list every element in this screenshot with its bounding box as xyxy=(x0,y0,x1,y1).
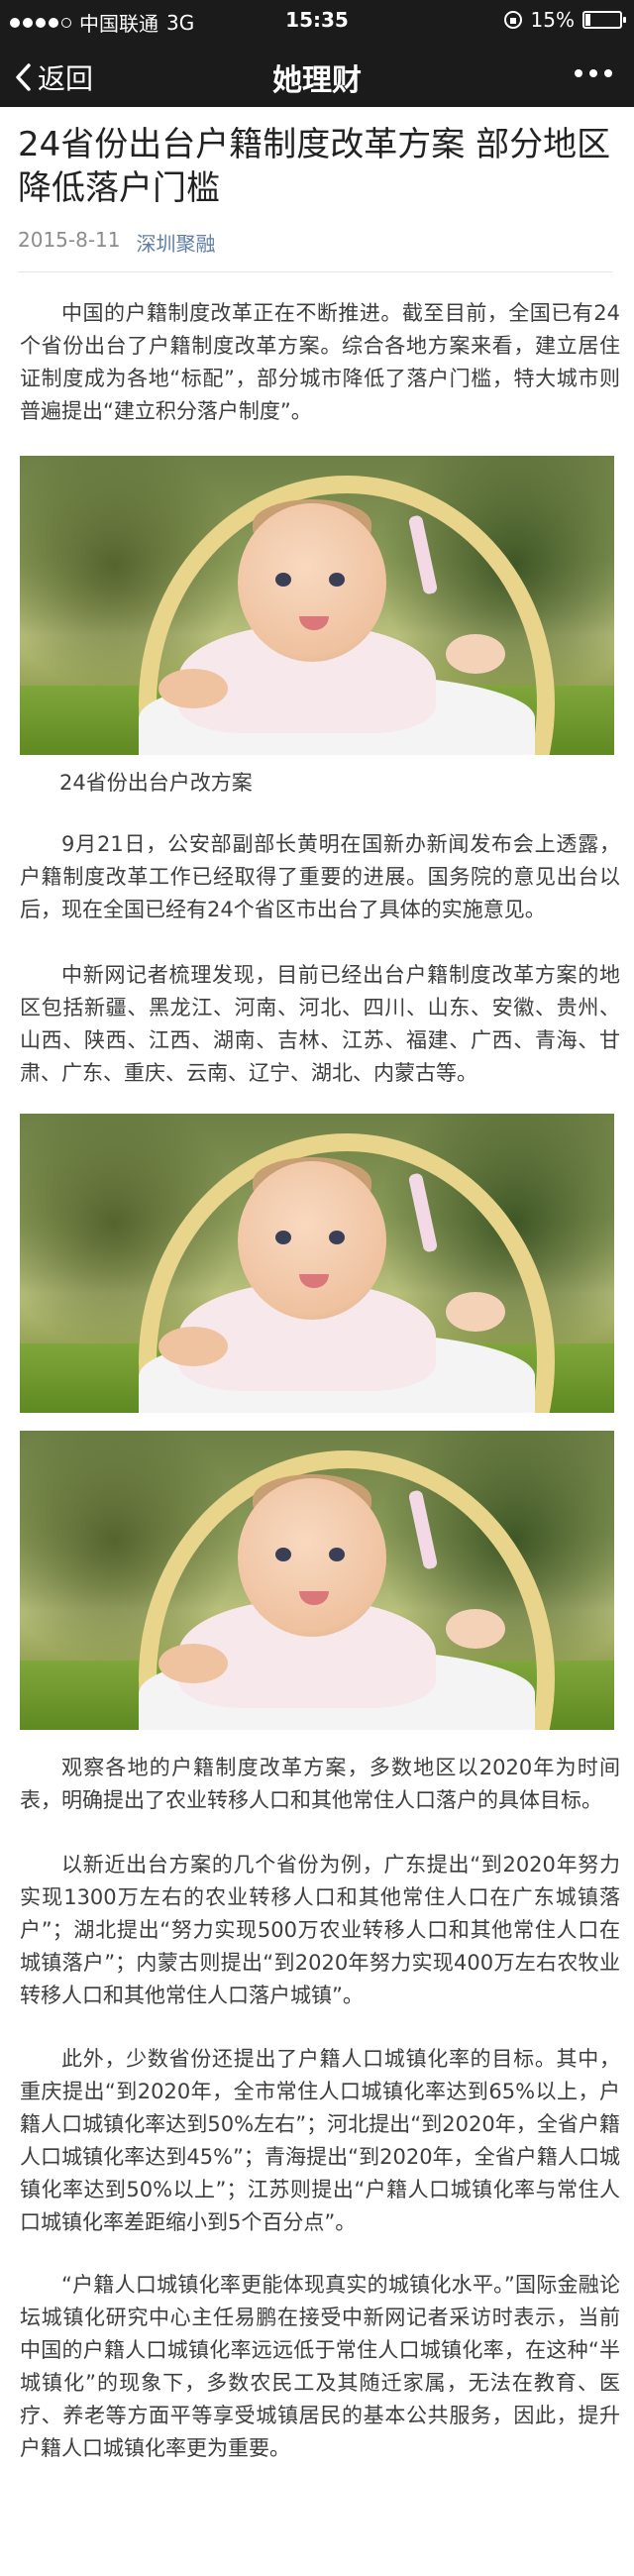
baby-photo xyxy=(20,1431,614,1730)
baby-photo xyxy=(20,456,614,755)
paragraph-4: 观察各地的户籍制度改革方案，多数地区以2020年为时间表，明确提出了农业转移人口… xyxy=(20,1756,620,1812)
divider xyxy=(18,271,612,272)
battery-icon xyxy=(582,11,626,29)
article-meta: 2015-8-11 深圳聚融 xyxy=(18,228,216,257)
more-icon[interactable] xyxy=(575,69,612,77)
paragraph-3: 中新网记者梳理发现，目前已经出台户籍制度改革方案的地区包括新疆、黑龙江、河南、河… xyxy=(20,963,620,1085)
battery-percent: 15% xyxy=(530,8,575,32)
paragraph-5: 以新近出台方案的几个省份为例，广东提出“到2020年努力实现1300万左右的农业… xyxy=(20,1853,620,2007)
paragraph-2: 9月21日，公安部副部长黄明在国新办新闻发布会上透露，户籍制度改革工作已经取得了… xyxy=(20,832,620,921)
status-bar: 中国联通 3G 15:35 15% xyxy=(0,0,634,40)
rotation-lock-icon xyxy=(503,11,522,29)
article-date: 2015-8-11 xyxy=(18,228,121,252)
nav-bar: 返回 她理财 xyxy=(0,40,634,107)
paragraph-7: “户籍人口城镇化率更能体现真实的城镇化水平。”国际金融论坛城镇化研究中心主任易鹏… xyxy=(20,2273,620,2460)
nav-title: 她理财 xyxy=(272,63,362,98)
baby-photo xyxy=(20,1114,614,1413)
battery-fill xyxy=(585,14,591,26)
paragraph-1: 中国的户籍制度改革正在不断推进。截至目前，全国已有24个省份出台了户籍制度改革方… xyxy=(20,301,620,423)
article-source-link[interactable]: 深圳聚融 xyxy=(137,228,216,257)
article-title: 24省份出台户籍制度改革方案 部分地区降低落户门槛 xyxy=(18,125,611,208)
image-caption: 24省份出台户改方案 xyxy=(59,771,253,795)
paragraph-6: 此外，少数省份还提出了户籍人口城镇化率的目标。其中，重庆提出“到2020年，全市… xyxy=(20,2047,620,2234)
status-right: 15% xyxy=(503,8,626,32)
